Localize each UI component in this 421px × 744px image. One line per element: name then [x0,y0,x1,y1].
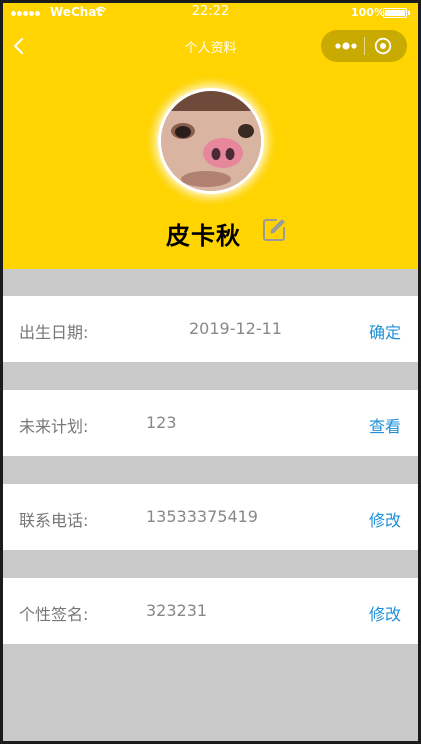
future-plan-label: 未来计划: [19,417,89,436]
edit-icon[interactable] [260,216,288,244]
signature-value: 323231 [146,601,208,620]
row-future-plan: 未来计划: 123 查看 [3,390,418,456]
name-row: 皮卡秋 [3,212,418,252]
phone-screen: WeChat 22:22 100% 个人资料 皮卡秋 出生日期: 2019-12… [3,3,418,741]
mini-program-capsule [321,30,407,62]
more-options-icon[interactable] [330,39,362,53]
row-phone: 联系电话: 13533375419 修改 [3,484,418,550]
battery-icon [383,8,407,18]
edit-phone-button[interactable]: 修改 [369,507,401,531]
confirm-birthday-button[interactable]: 确定 [369,319,401,343]
battery-percent: 100% [351,6,385,19]
signature-label: 个性签名: [19,605,89,624]
row-signature: 个性签名: 323231 修改 [3,578,418,644]
profile-header: WeChat 22:22 100% 个人资料 皮卡秋 [3,3,418,269]
avatar-image [161,91,261,191]
status-bar: WeChat 22:22 100% [3,3,418,23]
close-target-icon[interactable] [374,37,392,55]
birthday-label: 出生日期: [19,323,89,342]
edit-signature-button[interactable]: 修改 [369,601,401,625]
phone-value: 13533375419 [146,507,258,526]
battery-cap [408,11,410,15]
user-name: 皮卡秋 [166,222,241,250]
avatar[interactable] [158,88,264,194]
view-plan-button[interactable]: 查看 [369,413,401,437]
future-plan-value: 123 [146,413,177,432]
birthday-value[interactable]: 2019-12-11 [189,319,282,338]
row-birthday: 出生日期: 2019-12-11 确定 [3,296,418,362]
phone-label: 联系电话: [19,511,89,530]
capsule-divider [364,37,365,55]
